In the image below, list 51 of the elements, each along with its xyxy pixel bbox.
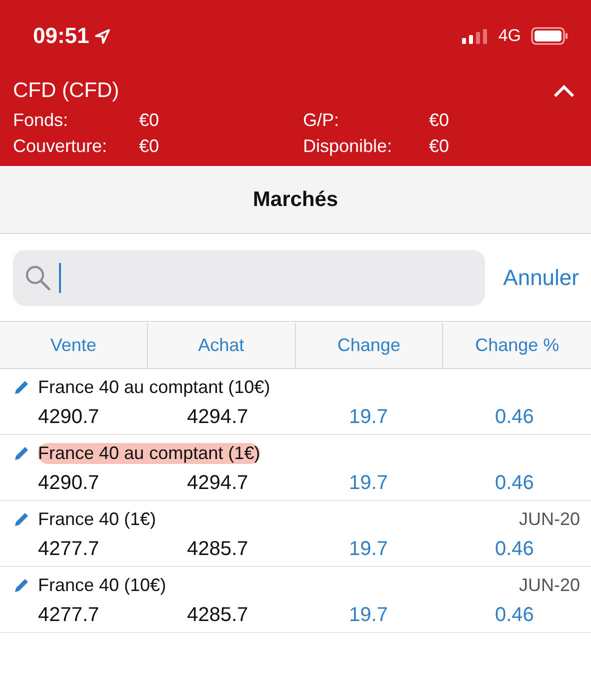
change-percent: 0.46 (495, 538, 534, 560)
buy-price: 4285.7 (187, 604, 250, 626)
field-label: Disponible: (303, 136, 394, 157)
column-header[interactable]: Achat (148, 323, 296, 368)
location-arrow-icon (95, 28, 110, 44)
pencil-icon[interactable] (13, 378, 31, 396)
change-percent: 0.46 (495, 406, 534, 428)
field-label: Couverture: (13, 136, 108, 157)
column-header[interactable]: Change % (443, 323, 591, 368)
buy-price: 4294.7 (187, 472, 250, 494)
instrument-name: France 40 au comptant (1€) (38, 442, 260, 464)
text-cursor (59, 263, 61, 293)
pencil-icon[interactable] (13, 576, 31, 594)
instrument-name: France 40 (1€) (38, 508, 156, 530)
change-percent: 0.46 (495, 604, 534, 626)
expiry-label: JUN-20 (518, 574, 580, 596)
instrument-name: France 40 au comptant (10€) (38, 376, 270, 398)
buy-price: 4285.7 (187, 538, 250, 560)
status-time: 09:51 (33, 23, 90, 49)
field-value: €0 (139, 136, 160, 157)
field-value: €0 (139, 110, 160, 131)
field-label: Fonds: (13, 110, 70, 131)
sell-price: 4277.7 (37, 604, 100, 626)
search-field[interactable] (13, 250, 486, 306)
signal-icon (462, 28, 488, 44)
field-label: G/P: (303, 110, 340, 131)
chevron-icon (553, 84, 575, 98)
pencil-icon[interactable] (13, 444, 31, 462)
field-value: €0 (429, 110, 450, 131)
search-icon (25, 265, 51, 291)
account-title: CFD (CFD) (13, 79, 120, 103)
change-value: 19.7 (349, 406, 389, 428)
column-header[interactable]: Change (296, 323, 444, 368)
pencil-icon[interactable] (13, 510, 31, 528)
change-value: 19.7 (349, 538, 389, 560)
page-title: Marchés (252, 188, 338, 212)
sell-price: 4290.7 (37, 406, 100, 428)
collapse-button[interactable] (553, 84, 575, 98)
sell-price: 4277.7 (37, 538, 100, 560)
column-header[interactable]: Vente (0, 323, 148, 368)
cancel-button[interactable]: Annuler (503, 265, 579, 291)
field-value: €0 (429, 136, 450, 157)
network-label: 4G (498, 26, 521, 46)
change-percent: 0.46 (495, 472, 534, 494)
expiry-label: JUN-20 (518, 508, 580, 530)
battery-icon (531, 27, 569, 45)
sell-price: 4290.7 (37, 472, 100, 494)
change-value: 19.7 (349, 472, 389, 494)
instrument-name: France 40 (10€) (38, 574, 166, 596)
change-value: 19.7 (349, 604, 389, 626)
buy-price: 4294.7 (187, 406, 250, 428)
